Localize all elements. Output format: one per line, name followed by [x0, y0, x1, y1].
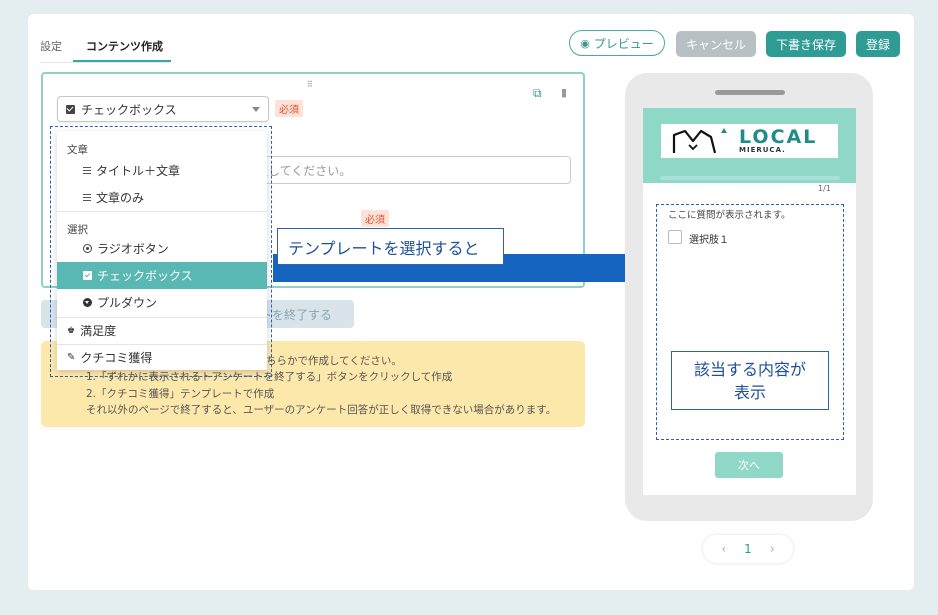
cancel-button[interactable]: キャンセル	[676, 31, 756, 57]
screen-header: LOCAL MIERUCA.	[643, 108, 856, 183]
drag-handle-icon[interactable]: ⠿	[307, 80, 313, 89]
trash-icon[interactable]: ▮	[561, 86, 567, 99]
required-badge: 必須	[275, 100, 303, 117]
pagination: ‹ 1 ›	[703, 535, 793, 563]
dropdown-highlight-frame	[50, 126, 272, 377]
tab-content-creation[interactable]: コンテンツ作成	[86, 38, 163, 54]
next-button[interactable]: 次へ	[715, 452, 783, 478]
progress-bar	[660, 176, 840, 180]
current-page[interactable]: 1	[744, 542, 752, 556]
logo-mark-icon	[672, 128, 727, 154]
register-button[interactable]: 登録	[856, 31, 900, 57]
notice-line-3: 2.「クチコミ獲得」テンプレートで作成	[86, 388, 275, 400]
question-input[interactable]: 択してください。	[249, 156, 571, 184]
tab-settings[interactable]: 設定	[40, 38, 62, 54]
question-type-value: チェックボックス	[81, 102, 177, 117]
active-tab-indicator	[73, 60, 171, 62]
display-callout-line-1: 該当する内容が	[693, 360, 806, 379]
checkbox-icon	[66, 104, 75, 114]
chevron-right-icon[interactable]: ›	[770, 542, 775, 556]
display-callout-line-2: 表示	[733, 383, 766, 402]
logo-main-text: LOCAL	[739, 125, 818, 148]
chevron-down-icon	[252, 106, 260, 112]
preview-label: プレビュー	[593, 36, 654, 51]
preview-button[interactable]: ◉ プレビュー	[569, 30, 665, 56]
logo: LOCAL MIERUCA.	[661, 124, 838, 158]
template-callout: テンプレートを選択すると	[277, 228, 504, 265]
phone-speaker	[715, 90, 785, 95]
eye-icon: ◉	[580, 36, 590, 50]
save-draft-button[interactable]: 下書き保存	[766, 31, 846, 57]
tabs-divider	[40, 62, 170, 63]
notice-line-1: ちらかで作成してください。	[266, 355, 402, 367]
notice-line-4: それ以外のページで終了すると、ユーザーのアンケート回答が正しく取得できない場合が…	[86, 404, 557, 416]
display-callout: 該当する内容が 表示	[671, 351, 829, 410]
page-count: 1/1	[818, 184, 831, 193]
chevron-left-icon[interactable]: ‹	[721, 542, 726, 556]
question-type-select[interactable]: チェックボックス	[57, 96, 269, 122]
copy-icon[interactable]: ⧉	[533, 86, 542, 101]
required-badge-2: 必須	[361, 210, 389, 227]
